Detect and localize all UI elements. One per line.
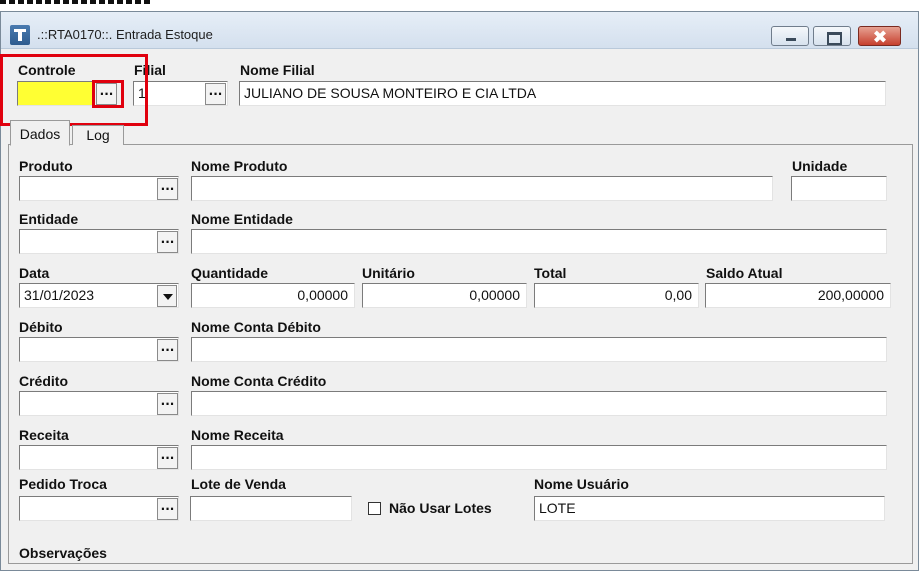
- data-date-picker[interactable]: 31/01/2023: [19, 283, 179, 308]
- quantidade-label: Quantidade: [191, 265, 269, 281]
- nome-produto-label: Nome Produto: [191, 158, 288, 174]
- title-bar: .::RTA0170::. Entrada Estoque: [1, 12, 918, 49]
- receita-input[interactable]: [19, 445, 179, 470]
- unidade-label: Unidade: [792, 158, 848, 174]
- credito-label: Crédito: [19, 373, 68, 389]
- nome-receita-label: Nome Receita: [191, 427, 284, 443]
- pedido-troca-lookup-button[interactable]: ...: [157, 498, 178, 520]
- minimize-button[interactable]: [771, 26, 809, 46]
- produto-lookup-button[interactable]: ...: [157, 178, 178, 200]
- nao-usar-lotes-label: Não Usar Lotes: [389, 500, 492, 516]
- app-icon: [10, 25, 30, 45]
- nome-filial-field[interactable]: JULIANO DE SOUSA MONTEIRO E CIA LTDA: [239, 81, 886, 106]
- observacoes-label: Observações: [19, 545, 107, 561]
- saldo-atual-field[interactable]: 200,00000: [705, 283, 891, 308]
- tab-log[interactable]: Log: [72, 125, 124, 145]
- debito-lookup-button[interactable]: ...: [157, 339, 178, 361]
- unitario-field[interactable]: 0,00000: [362, 283, 527, 308]
- pedido-troca-input[interactable]: [19, 496, 179, 521]
- close-button[interactable]: [858, 26, 901, 46]
- debito-label: Débito: [19, 319, 63, 335]
- entidade-label: Entidade: [19, 211, 79, 227]
- lote-venda-input[interactable]: [190, 496, 352, 521]
- data-dropdown-button[interactable]: [157, 285, 177, 307]
- pedido-troca-label: Pedido Troca: [19, 476, 107, 492]
- quantidade-field[interactable]: 0,00000: [191, 283, 355, 308]
- nao-usar-lotes-checkbox[interactable]: [368, 502, 381, 515]
- produto-input[interactable]: [19, 176, 179, 201]
- nome-entidade-field[interactable]: [191, 229, 887, 254]
- receita-lookup-button[interactable]: ...: [157, 447, 178, 469]
- tab-dados[interactable]: Dados: [10, 120, 70, 146]
- credito-lookup-button[interactable]: ...: [157, 393, 178, 415]
- nome-conta-credito-field[interactable]: [191, 391, 887, 416]
- maximize-button[interactable]: [813, 26, 851, 46]
- total-label: Total: [534, 265, 567, 281]
- highlight-lookup-button: [92, 80, 124, 108]
- entidade-lookup-button[interactable]: ...: [157, 231, 178, 253]
- lote-venda-label: Lote de Venda: [191, 476, 286, 492]
- produto-label: Produto: [19, 158, 73, 174]
- nome-receita-field[interactable]: [191, 445, 887, 470]
- unitario-label: Unitário: [362, 265, 415, 281]
- nome-usuario-label: Nome Usuário: [534, 476, 629, 492]
- credito-input[interactable]: [19, 391, 179, 416]
- data-label: Data: [19, 265, 50, 281]
- saldo-atual-label: Saldo Atual: [706, 265, 783, 281]
- filial-lookup-button[interactable]: ...: [205, 83, 226, 105]
- nome-conta-credito-label: Nome Conta Crédito: [191, 373, 327, 389]
- window-title: .::RTA0170::. Entrada Estoque: [37, 27, 213, 42]
- nome-produto-field[interactable]: [191, 176, 773, 201]
- nome-usuario-field[interactable]: LOTE: [534, 496, 885, 521]
- unidade-field[interactable]: [791, 176, 887, 201]
- nome-conta-debito-field[interactable]: [191, 337, 887, 362]
- nome-filial-label: Nome Filial: [240, 62, 315, 78]
- receita-label: Receita: [19, 427, 69, 443]
- highlight-controle-region: [0, 54, 148, 126]
- nome-entidade-label: Nome Entidade: [191, 211, 293, 227]
- total-field[interactable]: 0,00: [534, 283, 699, 308]
- entidade-input[interactable]: [19, 229, 179, 254]
- nome-conta-debito-label: Nome Conta Débito: [191, 319, 321, 335]
- debito-input[interactable]: [19, 337, 179, 362]
- cropped-top-text: [0, 0, 160, 8]
